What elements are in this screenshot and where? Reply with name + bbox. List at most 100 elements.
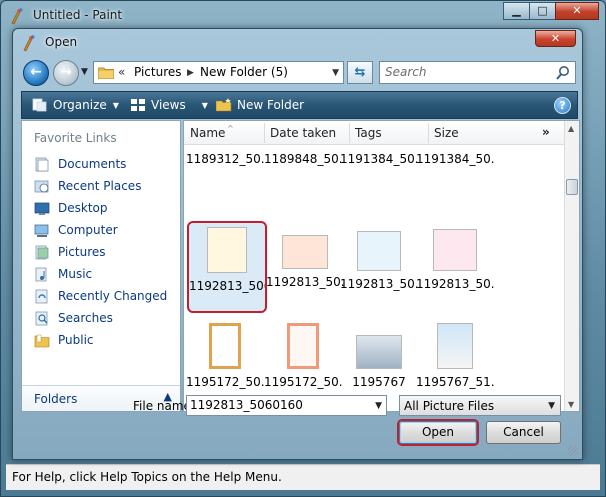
new-folder-button[interactable]: New Folder (216, 98, 304, 112)
paint-close-button[interactable]: ✕ (555, 2, 599, 20)
file-name: 1191384_50... (340, 152, 418, 166)
file-item[interactable]: 1192813_50... (340, 231, 418, 291)
favorite-link-label: Documents (58, 157, 127, 171)
search-input[interactable]: Search (385, 65, 427, 79)
documents-icon (35, 157, 49, 171)
column-divider[interactable] (349, 123, 350, 143)
public-icon (34, 334, 50, 347)
favorite-link-searches[interactable]: Searches (22, 307, 180, 329)
favorite-links-heading: Favorite Links (34, 131, 117, 145)
file-item[interactable]: 1191384_50... (340, 152, 418, 166)
dialog-title-bar[interactable]: Open ✕ (13, 29, 582, 57)
breadcrumb-pictures[interactable]: Pictures (134, 65, 182, 79)
column-header-date-taken[interactable]: Date taken (270, 126, 336, 140)
favorite-link-public[interactable]: Public (22, 329, 180, 351)
file-item[interactable]: 1189312_50... (186, 152, 264, 166)
dialog-title: Open (45, 35, 78, 49)
image-thumbnail (207, 227, 247, 273)
breadcrumb-separator-icon[interactable]: ▶ (187, 65, 194, 81)
file-name: 1189848_50... (264, 152, 342, 166)
column-header-size[interactable]: Size (434, 126, 459, 140)
favorite-link-label: Public (58, 333, 94, 347)
file-name: 1191384_50... (416, 152, 494, 166)
column-header-name[interactable]: Name ^ (190, 124, 234, 140)
open-button[interactable]: Open (399, 421, 477, 444)
organize-label: Organize (53, 98, 107, 112)
pictures-icon (35, 245, 49, 259)
back-button[interactable]: ← (23, 60, 49, 86)
file-item[interactable]: 1195767_51... (416, 323, 494, 389)
image-thumbnail (282, 235, 328, 269)
file-type-select[interactable]: All Picture Files ▼ (399, 395, 561, 416)
file-item[interactable]: 1192813_50... (416, 229, 494, 291)
address-bar[interactable]: « Pictures ▶ New Folder (5) ▼ (93, 61, 344, 84)
favorite-link-recently-changed[interactable]: Recently Changed (22, 285, 180, 307)
folder-icon (98, 67, 114, 79)
help-icon: ? (559, 99, 566, 112)
file-name: 1195767_51... (416, 375, 494, 389)
forward-button[interactable]: → (53, 60, 79, 86)
favorite-link-documents[interactable]: Documents (22, 153, 180, 175)
favorite-link-pictures[interactable]: Pictures (22, 241, 180, 263)
favorite-links-list: Documents Recent Places Desktop Computer… (22, 153, 180, 351)
file-type-value: All Picture Files (404, 399, 495, 413)
search-box[interactable]: Search (379, 61, 576, 84)
recently-changed-icon (35, 289, 48, 303)
favorite-link-label: Searches (58, 311, 113, 325)
paint-app-icon (11, 8, 23, 25)
scroll-up-icon[interactable]: ▲ (568, 124, 574, 133)
cancel-button[interactable]: Cancel (486, 421, 561, 444)
file-name: 1195172_50... (264, 375, 342, 389)
column-divider[interactable] (264, 123, 265, 143)
favorite-link-label: Desktop (58, 201, 108, 215)
column-headers: Name ^ Date taken Tags Size » (184, 121, 567, 145)
file-item[interactable]: 1192813_50... (266, 235, 344, 289)
file-item[interactable]: 1195767 (340, 335, 418, 389)
scrollbar-thumb[interactable] (566, 179, 578, 195)
file-name: 1192813_5060160 (189, 279, 265, 293)
column-divider[interactable] (428, 123, 429, 143)
resize-grip[interactable] (568, 446, 578, 456)
image-thumbnail (356, 335, 402, 369)
breadcrumb-new-folder[interactable]: New Folder (5) (200, 65, 288, 79)
file-item[interactable]: 1195172_50... (186, 323, 264, 389)
back-arrow-icon: ← (30, 64, 42, 80)
address-dropdown-icon[interactable]: ▼ (332, 65, 339, 81)
favorite-link-computer[interactable]: Computer (22, 219, 180, 241)
column-name-label: Name (190, 126, 226, 140)
file-item[interactable]: 1191384_50... (416, 152, 494, 166)
paint-title-bar[interactable]: Untitled - Paint ▁ □ ✕ (1, 1, 605, 31)
more-columns-icon[interactable]: » (542, 125, 550, 139)
dialog-close-button[interactable]: ✕ (535, 30, 576, 47)
minimize-button[interactable]: ▁ (503, 2, 530, 20)
vertical-scrollbar[interactable]: ▲ ▼ (564, 121, 579, 411)
scroll-down-icon[interactable]: ▼ (568, 400, 574, 409)
breadcrumb-overflow[interactable]: « (118, 65, 125, 79)
file-name-combobox[interactable]: ▼ (186, 395, 387, 416)
views-dropdown-icon: ▼ (201, 100, 208, 110)
file-name: 1195767 (352, 375, 406, 389)
search-icon[interactable] (556, 65, 570, 80)
refresh-button[interactable]: ⇆ (347, 61, 373, 84)
desktop-icon (34, 202, 50, 215)
organize-dropdown-icon: ▼ (112, 100, 119, 110)
refresh-icon: ⇆ (354, 65, 366, 80)
file-type-dropdown-icon[interactable]: ▼ (548, 398, 555, 414)
views-button[interactable]: Views ▼ (130, 98, 208, 112)
file-item[interactable]: 1195172_50... (264, 323, 342, 389)
favorite-link-recent-places[interactable]: Recent Places (22, 175, 180, 197)
open-dialog: Open ✕ ← → ▼ « Pictures ▶ New Folder (5)… (12, 28, 583, 460)
recent-pages-dropdown[interactable]: ▼ (81, 67, 88, 77)
maximize-button[interactable]: □ (529, 2, 556, 20)
views-icon (131, 99, 145, 111)
file-name-input[interactable] (190, 398, 360, 412)
help-button[interactable]: ? (554, 97, 571, 114)
favorite-link-desktop[interactable]: Desktop (22, 197, 180, 219)
favorite-link-music[interactable]: Music (22, 263, 180, 285)
file-name-dropdown-icon[interactable]: ▼ (375, 398, 382, 414)
column-header-tags[interactable]: Tags (355, 126, 382, 140)
file-item-selected[interactable]: 1192813_5060160 (187, 221, 267, 313)
file-item[interactable]: 1189848_50... (264, 152, 342, 166)
forward-arrow-icon: → (60, 64, 72, 80)
organize-button[interactable]: Organize ▼ (32, 98, 119, 112)
